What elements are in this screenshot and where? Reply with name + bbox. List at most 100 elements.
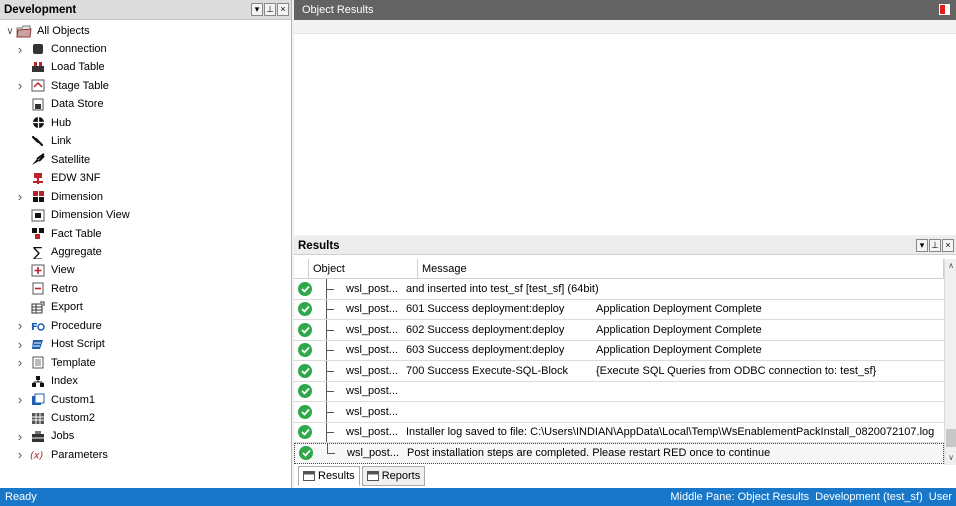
tree-item-custom1[interactable]: › Custom1: [18, 391, 95, 409]
tree-item-load-table[interactable]: Load Table: [30, 58, 105, 76]
scroll-down-arrow-icon[interactable]: ∨: [945, 451, 956, 465]
results-menu-button[interactable]: ▾: [916, 239, 928, 252]
expand-chevron-icon[interactable]: ›: [14, 447, 26, 462]
row-message-text: 603 Success deployment:deploy: [406, 344, 565, 357]
tree-item-stage-table[interactable]: › Stage Table: [18, 77, 109, 95]
tree-item-aggregate[interactable]: ∑ Aggregate: [30, 243, 102, 261]
row-message-detail: {Execute SQL Queries from ODBC connectio…: [596, 364, 877, 377]
jobs-icon: [30, 429, 46, 443]
tree-item-export[interactable]: Export: [30, 298, 83, 316]
status-ready: Ready: [5, 491, 37, 503]
collapse-chevron-icon[interactable]: ∨: [4, 26, 16, 37]
fact-table-icon: [30, 227, 46, 241]
expand-chevron-icon[interactable]: ›: [14, 78, 26, 93]
scroll-up-arrow-icon[interactable]: ∧: [945, 259, 956, 273]
table-row[interactable]: wsl_post... 603 Success deployment:deploy…: [294, 340, 944, 361]
column-header-message[interactable]: Message: [418, 259, 944, 278]
svg-text:(x): (x): [30, 451, 43, 462]
row-object: wsl_post...: [346, 385, 398, 398]
tree-item-view[interactable]: View: [30, 261, 75, 279]
expand-chevron-icon[interactable]: ›: [14, 429, 26, 444]
tree-item-label: Stage Table: [51, 79, 109, 92]
tree-root-all-objects[interactable]: ∨ All Objects: [4, 22, 90, 40]
row-message: [406, 385, 596, 397]
index-icon: [30, 374, 46, 388]
table-row[interactable]: wsl_post... and inserted into test_sf [te…: [294, 279, 944, 300]
aggregate-icon: ∑: [30, 245, 46, 259]
expand-chevron-icon[interactable]: ›: [14, 392, 26, 407]
retro-icon: [30, 282, 46, 296]
row-message: 603 Success deployment:deploy Application…: [406, 344, 762, 356]
tree-item-edw-3nf[interactable]: EDW 3NF: [30, 169, 101, 187]
custom2-icon: [30, 411, 46, 425]
tree-item-template[interactable]: › Template: [18, 354, 96, 372]
expand-chevron-icon[interactable]: ›: [14, 189, 26, 204]
table-row[interactable]: wsl_post... Post installation steps are c…: [294, 443, 944, 464]
data-store-icon: [30, 97, 46, 111]
svg-text:∑: ∑: [33, 245, 43, 259]
results-vertical-scrollbar[interactable]: ∧ ∨: [944, 259, 956, 465]
row-message-text: 601 Success deployment:deploy: [406, 303, 565, 316]
results-tabs: Results Reports: [298, 466, 426, 488]
tree-item-host-script[interactable]: › Host Script: [18, 335, 105, 353]
results-close-button[interactable]: ×: [942, 239, 954, 252]
dimension-icon: [30, 190, 46, 204]
pane-menu-button[interactable]: ▾: [251, 3, 263, 16]
tree-item-label: Parameters: [51, 448, 108, 461]
column-header-object[interactable]: Object: [308, 259, 418, 278]
scrollbar-thumb[interactable]: [946, 429, 956, 447]
pane-pin-button[interactable]: ⊥: [264, 3, 276, 16]
tree-item-label: Dimension: [51, 190, 103, 203]
tree-item-connection[interactable]: › Connection: [18, 40, 107, 58]
expand-chevron-icon[interactable]: ›: [14, 42, 26, 57]
table-row[interactable]: wsl_post...: [294, 402, 944, 423]
object-results-header: Object Results: [294, 0, 956, 20]
row-message-text: 700 Success Execute-SQL-Block: [406, 364, 569, 377]
parameters-icon: (x): [30, 448, 46, 462]
tree-item-label: Export: [51, 301, 83, 314]
object-results-restore-icon[interactable]: [939, 4, 950, 15]
tree-item-data-store[interactable]: Data Store: [30, 95, 104, 113]
tree-item-hub[interactable]: Hub: [30, 114, 71, 132]
row-message-text: Post installation steps are completed. P…: [407, 447, 771, 460]
tree-item-dimension-view[interactable]: Dimension View: [30, 206, 130, 224]
tree-item-index[interactable]: Index: [30, 372, 78, 390]
table-row[interactable]: wsl_post... 700 Success Execute-SQL-Block…: [294, 361, 944, 382]
link-icon: [30, 134, 46, 148]
row-object: wsl_post...: [346, 364, 398, 377]
results-pane-title: Results: [298, 239, 340, 252]
expand-chevron-icon[interactable]: ›: [14, 355, 26, 370]
expand-chevron-icon[interactable]: ›: [14, 318, 26, 333]
tree-item-label: Data Store: [51, 98, 104, 111]
tree-item-jobs[interactable]: › Jobs: [18, 427, 74, 445]
success-check-icon: [298, 425, 312, 440]
expand-chevron-icon[interactable]: ›: [14, 337, 26, 352]
row-message: 602 Success deployment:deploy Application…: [406, 324, 762, 336]
row-message-text: Installer log saved to file: C:\Users\IN…: [406, 426, 935, 439]
results-pin-button[interactable]: ⊥: [929, 239, 941, 252]
edw-icon: [30, 171, 46, 185]
tree-item-link[interactable]: Link: [30, 132, 71, 150]
row-message: 700 Success Execute-SQL-Block {Execute SQ…: [406, 365, 876, 377]
table-row[interactable]: wsl_post... Installer log saved to file: …: [294, 422, 944, 443]
table-row[interactable]: wsl_post...: [294, 381, 944, 402]
tree-item-label: Load Table: [51, 61, 105, 74]
table-row[interactable]: wsl_post... 602 Success deployment:deploy…: [294, 320, 944, 341]
pane-close-button[interactable]: ×: [277, 3, 289, 16]
tab-reports[interactable]: Reports: [361, 466, 426, 486]
tree-item-fact-table[interactable]: Fact Table: [30, 225, 102, 243]
tree-item-label: Satellite: [51, 153, 91, 166]
tab-results[interactable]: Results: [298, 466, 360, 486]
tree-item-dimension[interactable]: › Dimension: [18, 188, 103, 206]
results-grid: Object Message wsl_post... and inserted i…: [294, 259, 944, 465]
tree-item-satellite[interactable]: Satellite: [30, 151, 90, 169]
tree-item-custom2[interactable]: Custom2: [30, 409, 95, 427]
tree-item-procedure[interactable]: › F Procedure: [18, 317, 102, 335]
tree-item-retro[interactable]: Retro: [30, 280, 78, 298]
results-pane-header: Results ▾ ⊥ ×: [294, 237, 956, 255]
row-message: and inserted into test_sf [test_sf] (64b…: [406, 283, 599, 295]
tree-item-parameters[interactable]: › (x) Parameters: [18, 446, 108, 464]
table-row[interactable]: wsl_post... 601 Success deployment:deploy…: [294, 299, 944, 320]
tree-connector: [318, 320, 346, 340]
tree-item-label: Link: [51, 135, 72, 148]
